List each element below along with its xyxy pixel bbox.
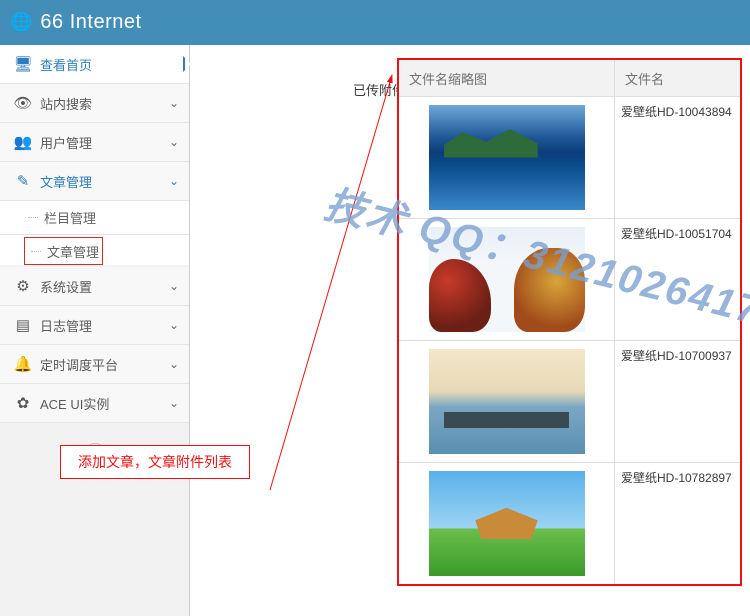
file-name: 爱壁纸HD-10782897	[615, 463, 740, 584]
eye-icon	[12, 94, 34, 112]
sidebar-item-articles[interactable]: 文章管理 ⌄	[0, 162, 189, 201]
desktop-icon	[12, 55, 34, 73]
chevron-down-icon: ⌄	[169, 135, 179, 149]
sub-item-article-manage[interactable]: 文章管理	[24, 237, 103, 265]
brand-text: 66 Internet	[40, 11, 141, 34]
table-row: 爱壁纸HD-10051704	[399, 218, 740, 340]
col-name: 文件名	[615, 60, 740, 96]
annotation-text: 添加文章，文章附件列表	[78, 452, 232, 472]
thumbnail-image[interactable]	[429, 105, 585, 210]
sidebar-item-label: 日志管理	[40, 316, 169, 335]
table-row: 爱壁纸HD-10700937	[399, 340, 740, 462]
sub-item-columns[interactable]: 栏目管理	[0, 201, 189, 235]
col-thumb: 文件名缩略图	[399, 60, 615, 96]
submenu: 栏目管理 文章管理	[0, 201, 189, 265]
edit-icon	[12, 172, 34, 190]
sidebar-item-scheduler[interactable]: 定时调度平台 ⌄	[0, 345, 189, 384]
annotation-box: 添加文章，文章附件列表	[60, 445, 250, 479]
chevron-down-icon: ⌄	[169, 357, 179, 371]
sidebar-item-label: 系统设置	[40, 277, 169, 296]
table-row: 爱壁纸HD-10043894	[399, 96, 740, 218]
sub-item-label: 栏目管理	[44, 208, 96, 227]
globe-icon: 🌐	[10, 12, 32, 33]
thumbnail-image[interactable]	[429, 227, 585, 332]
sidebar-item-users[interactable]: 用户管理 ⌄	[0, 123, 189, 162]
attachments-table: 文件名缩略图 文件名 爱壁纸HD-10043894 爱壁纸HD-10051704…	[397, 58, 742, 586]
sidebar-item-settings[interactable]: 系统设置 ⌄	[0, 267, 189, 306]
sidebar-item-home[interactable]: 查看首页	[0, 45, 189, 84]
tree-dash-icon	[28, 217, 38, 218]
thumbnail-image[interactable]	[429, 471, 585, 576]
leaf-icon	[12, 394, 34, 412]
sidebar: 查看首页 站内搜索 ⌄ 用户管理 ⌄ 文章管理 ⌄ 栏目管理 文章管理	[0, 45, 190, 616]
sidebar-item-label: 文章管理	[40, 172, 169, 191]
file-name: 爱壁纸HD-10051704	[615, 219, 740, 340]
tree-dash-icon	[31, 251, 41, 252]
bell-icon	[12, 355, 34, 373]
sidebar-item-logs[interactable]: 日志管理 ⌄	[0, 306, 189, 345]
chevron-down-icon: ⌄	[169, 96, 179, 110]
thumbnail-image[interactable]	[429, 349, 585, 454]
content: 已传附件 文件名缩略图 文件名 爱壁纸HD-10043894 爱壁纸HD-100…	[190, 45, 750, 616]
sidebar-item-label: 站内搜索	[40, 94, 169, 113]
sidebar-item-label: 用户管理	[40, 133, 169, 152]
table-header: 文件名缩略图 文件名	[399, 60, 740, 96]
sidebar-item-aceui[interactable]: ACE UI实例 ⌄	[0, 384, 189, 423]
sidebar-item-label: ACE UI实例	[40, 394, 169, 413]
users-icon	[12, 133, 34, 151]
gear-icon	[12, 277, 34, 295]
file-name: 爱壁纸HD-10700937	[615, 341, 740, 462]
sub-item-label: 文章管理	[47, 242, 99, 261]
sidebar-item-label: 定时调度平台	[40, 355, 169, 374]
table-row: 爱壁纸HD-10782897	[399, 462, 740, 584]
book-icon	[12, 316, 34, 334]
sidebar-item-label: 查看首页	[40, 55, 179, 74]
chevron-down-icon: ⌄	[169, 396, 179, 410]
file-name: 爱壁纸HD-10043894	[615, 97, 740, 218]
chevron-down-icon: ⌄	[169, 318, 179, 332]
chevron-down-icon: ⌄	[169, 279, 179, 293]
chevron-down-icon: ⌄	[169, 174, 179, 188]
navbar: 🌐 66 Internet	[0, 0, 750, 45]
sidebar-item-search[interactable]: 站内搜索 ⌄	[0, 84, 189, 123]
